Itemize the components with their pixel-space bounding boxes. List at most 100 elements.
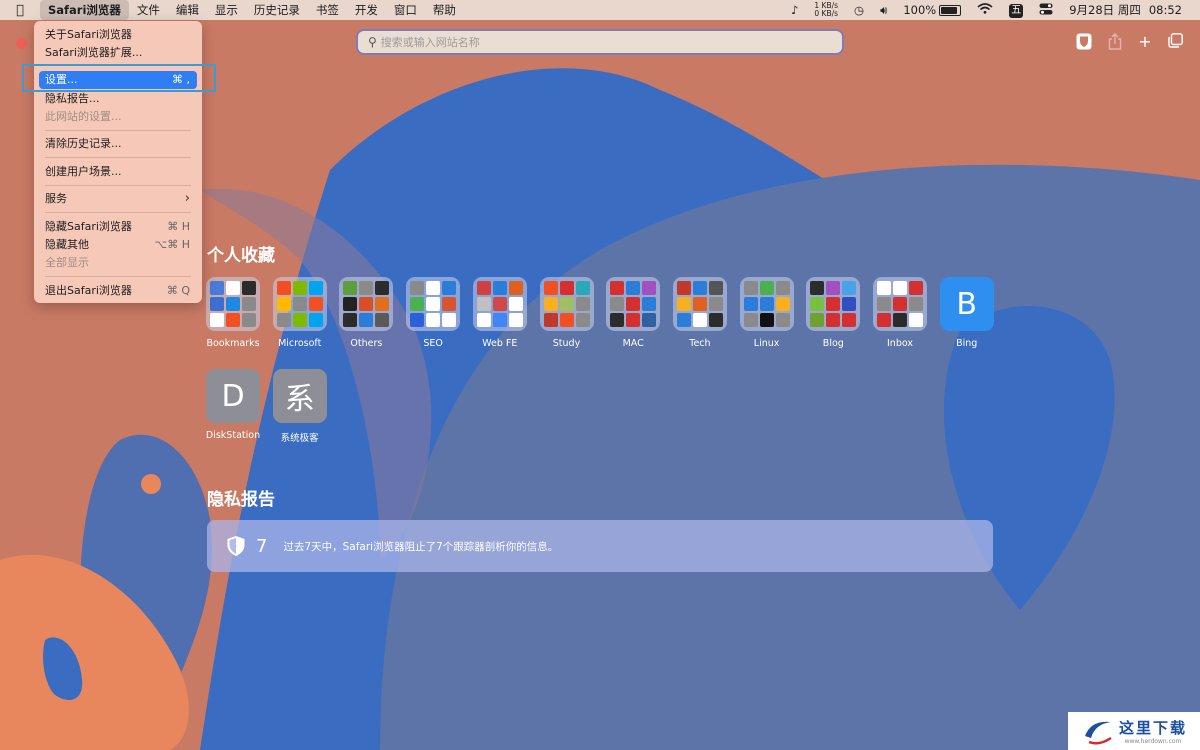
menu-item-services[interactable]: 服务 ›: [39, 190, 197, 208]
site-favicon: [810, 313, 825, 327]
site-favicon: [359, 281, 374, 295]
network-speed[interactable]: 1 KB/s 0 KB/s: [806, 2, 846, 18]
site-favicon: [343, 297, 358, 311]
tab-overview-icon[interactable]: [1166, 33, 1184, 51]
menu-file[interactable]: 文件: [129, 0, 168, 20]
site-favicon: [842, 297, 857, 311]
favorite-letter-icon: D: [206, 369, 260, 423]
favorite-label: MAC: [622, 338, 644, 349]
menu-item-site-settings[interactable]: 此网站的设置...: [39, 108, 197, 126]
site-favicon: [626, 313, 641, 327]
favorite-label: Others: [350, 338, 383, 349]
menu-item-extensions[interactable]: Safari浏览器扩展...: [39, 44, 197, 62]
menu-separator: [45, 157, 191, 158]
favorite-item[interactable]: Web FE: [470, 277, 530, 349]
menu-window[interactable]: 窗口: [386, 0, 425, 20]
menu-develop[interactable]: 开发: [347, 0, 386, 20]
time-machine-icon[interactable]: ◷: [846, 3, 872, 17]
site-favicon: [826, 313, 841, 327]
favorite-item[interactable]: Linux: [737, 277, 797, 349]
site-favicon: [626, 297, 641, 311]
site-favicon: [810, 297, 825, 311]
control-center-icon[interactable]: [1031, 3, 1061, 18]
site-favicon: [676, 313, 691, 327]
site-favicon: [575, 281, 590, 295]
site-favicon: [909, 297, 923, 311]
menu-edit[interactable]: 编辑: [168, 0, 207, 20]
favorite-item[interactable]: Blog: [803, 277, 863, 349]
menu-item-clear-history[interactable]: 清除历史记录...: [39, 135, 197, 153]
favorite-item[interactable]: Tech: [670, 277, 730, 349]
site-favicon: [842, 313, 857, 327]
site-favicon: [543, 297, 558, 311]
favorite-folder-icon: [739, 277, 794, 331]
site-favicon: [343, 313, 358, 327]
menu-item-about[interactable]: 关于Safari浏览器: [39, 26, 197, 44]
site-favicon: [708, 313, 723, 327]
favorite-item[interactable]: SEO: [403, 277, 463, 349]
apple-logo-icon[interactable]: : [0, 3, 40, 18]
site-favicon: [893, 281, 907, 295]
site-favicon: [410, 281, 425, 295]
site-favicon: [610, 281, 625, 295]
battery-status[interactable]: 100%: [895, 3, 969, 17]
site-favicon: [359, 313, 374, 327]
site-favicon: [210, 281, 224, 295]
site-favicon: [410, 297, 425, 311]
menu-history[interactable]: 历史记录: [246, 0, 308, 20]
site-favicon: [775, 281, 790, 295]
menu-item-create-profile[interactable]: 创建用户场景...: [39, 163, 197, 181]
input-method-icon[interactable]: 五: [1001, 2, 1031, 18]
favorite-label: SEO: [423, 338, 443, 349]
favorite-item[interactable]: Microsoft: [270, 277, 330, 349]
site-favicon: [226, 281, 240, 295]
favorite-label: Inbox: [887, 338, 913, 349]
menu-bookmarks[interactable]: 书签: [308, 0, 347, 20]
bitwarden-shield-icon[interactable]: [1075, 33, 1093, 51]
site-favicon: [826, 281, 841, 295]
site-favicon: [743, 313, 758, 327]
favorite-item[interactable]: Study: [537, 277, 597, 349]
menu-item-hide-others[interactable]: 隐藏其他 ⌥⌘ H: [39, 236, 197, 254]
site-favicon: [893, 297, 907, 311]
site-favicon: [692, 297, 707, 311]
menu-item-hide-safari[interactable]: 隐藏Safari浏览器 ⌘ H: [39, 218, 197, 236]
site-favicon: [676, 281, 691, 295]
site-favicon: [276, 281, 291, 295]
address-bar[interactable]: ⚲ 搜索或输入网站名称: [358, 31, 842, 53]
site-favicon: [743, 297, 758, 311]
favorite-item[interactable]: MAC: [603, 277, 663, 349]
privacy-report-card[interactable]: 7 过去7天中，Safari浏览器阻止了7个跟踪器剖析你的信息。: [207, 520, 993, 572]
menu-item-show-all[interactable]: 全部显示: [39, 254, 197, 272]
clock-date[interactable]: 9月28日 周四: [1061, 2, 1149, 18]
favorite-item[interactable]: Inbox: [870, 277, 930, 349]
music-note-icon[interactable]: ♪: [783, 3, 806, 17]
site-favicon: [375, 313, 390, 327]
favorite-item[interactable]: Others: [336, 277, 396, 349]
favorite-folder-icon: [873, 277, 927, 331]
menu-safari[interactable]: Safari浏览器: [40, 0, 129, 20]
site-favicon: [276, 313, 291, 327]
menu-help[interactable]: 帮助: [425, 0, 464, 20]
new-tab-icon[interactable]: +: [1136, 33, 1154, 51]
menu-view[interactable]: 显示: [207, 0, 246, 20]
site-favicon: [492, 297, 507, 311]
wifi-icon[interactable]: [969, 3, 1001, 17]
window-close-button[interactable]: [16, 38, 27, 49]
menu-item-privacy-report[interactable]: 隐私报告...: [39, 90, 197, 108]
favorite-item[interactable]: Bookmarks: [203, 277, 263, 349]
clock-time[interactable]: 08:52: [1149, 3, 1190, 17]
favorite-item[interactable]: B Bing: [937, 277, 997, 349]
site-favicon: [775, 313, 790, 327]
share-icon[interactable]: [1106, 33, 1124, 51]
favorite-item[interactable]: D DiskStation: [203, 369, 263, 441]
shield-icon: [227, 536, 245, 556]
highlight-frame: [22, 64, 216, 92]
volume-icon[interactable]: 🔊︎: [872, 3, 895, 18]
favorite-item[interactable]: 系系统极客: [270, 369, 330, 444]
site-favicon: [292, 281, 307, 295]
favorite-folder-icon: [206, 277, 260, 331]
menu-item-quit[interactable]: 退出Safari浏览器 ⌘ Q: [39, 282, 197, 300]
favorite-label: Study: [552, 338, 581, 349]
site-favicon: [210, 297, 224, 311]
